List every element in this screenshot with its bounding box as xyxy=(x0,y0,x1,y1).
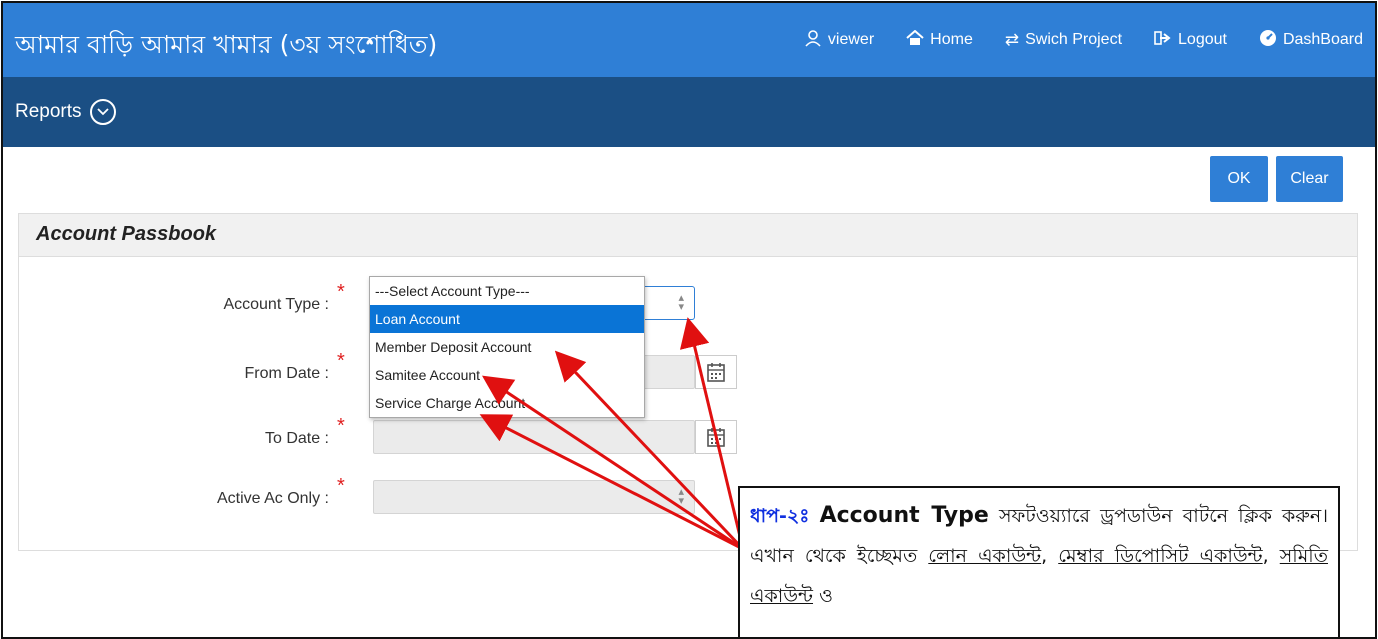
annotation-arrow xyxy=(479,414,744,551)
annotation-arrow xyxy=(679,317,745,550)
annotation-arrow xyxy=(482,375,744,551)
callout-step: ধাপ-২ঃ xyxy=(750,505,810,527)
callout-comma: , xyxy=(1262,545,1280,567)
callout-and: ও xyxy=(813,585,834,607)
screenshot-frame: আমার বাড়ি আমার খামার (৩য় সংশোধিত) view… xyxy=(1,1,1377,639)
callout-comma: , xyxy=(1041,545,1059,567)
callout-loan-account: লোন একাউন্ট xyxy=(928,545,1042,567)
callout-keyword: Account Type xyxy=(819,503,989,528)
callout-member-deposit-account: মেম্বার ডিপোসিট একাউন্ট xyxy=(1058,545,1263,567)
instruction-callout: ধাপ-২ঃ Account Type সফটওয়্যারে ড্রপডাউন… xyxy=(738,486,1340,637)
annotation-arrow xyxy=(554,350,745,551)
